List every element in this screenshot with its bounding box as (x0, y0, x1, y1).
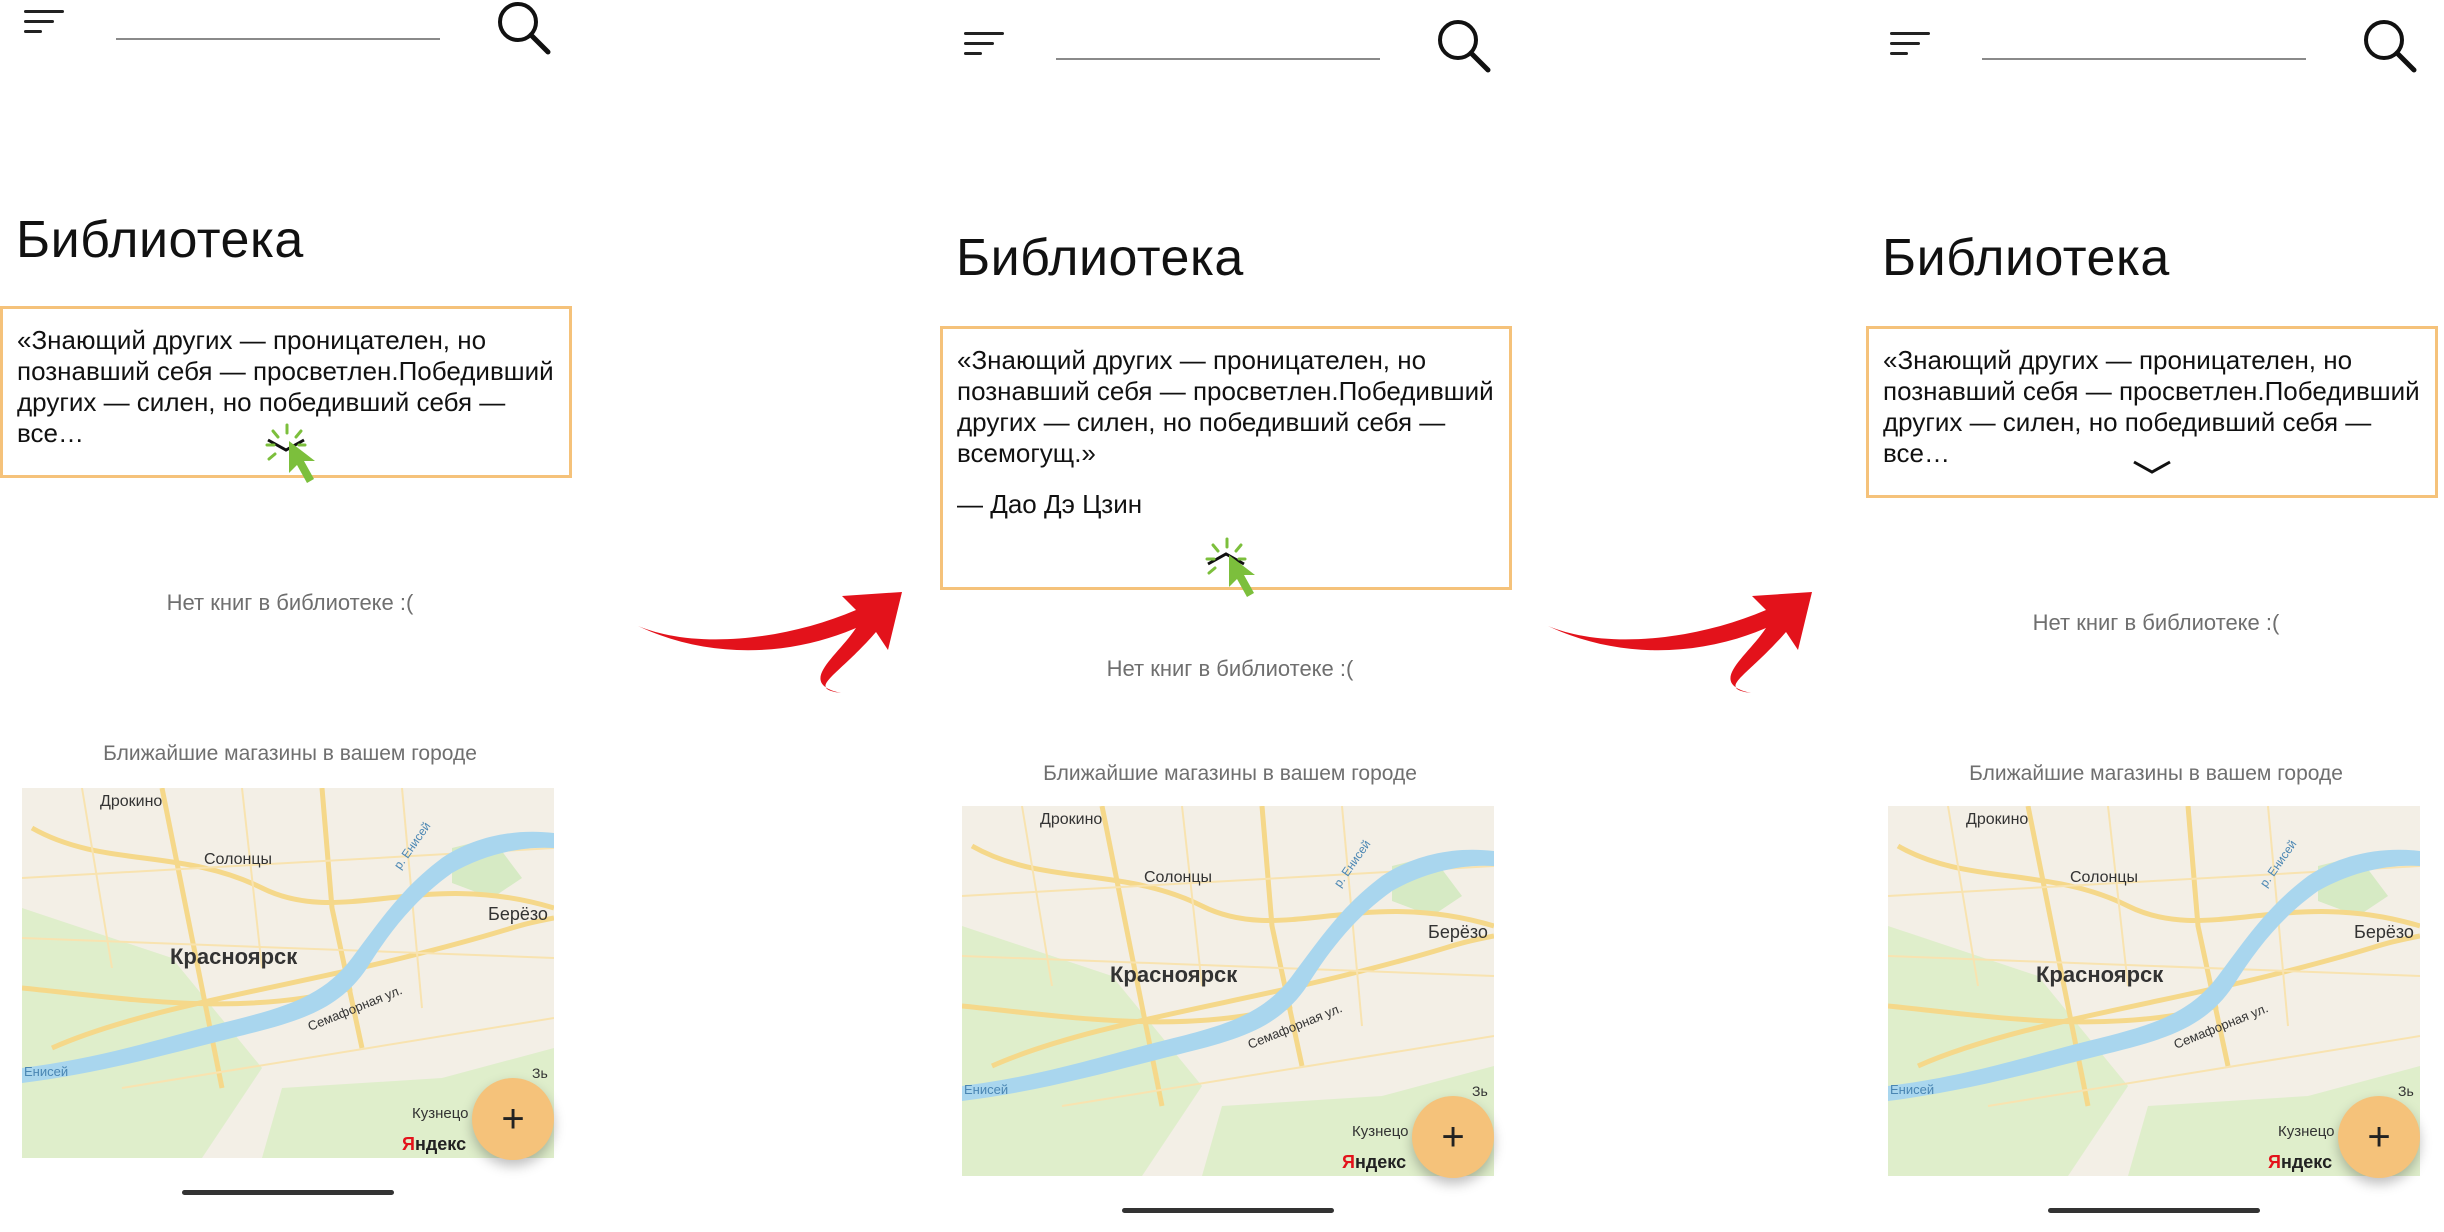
svg-text:Я: Я (402, 1134, 415, 1154)
stores-heading: Ближайшие магазины в вашем городе (103, 742, 477, 765)
svg-text:Берёзо: Берёзо (488, 904, 548, 924)
search-icon[interactable] (1436, 18, 1492, 74)
chevron-down-icon[interactable] (2130, 457, 2174, 477)
menu-icon[interactable] (24, 10, 64, 36)
svg-text:Зь: Зь (2398, 1083, 2414, 1099)
svg-text:ндекс: ндекс (2281, 1152, 2332, 1172)
svg-text:Кузнецо: Кузнецо (412, 1105, 469, 1122)
svg-text:Кузнецо: Кузнецо (2278, 1123, 2335, 1140)
quote-author: — Дао Дэ Цзин (957, 489, 1143, 519)
quote-card[interactable]: «Знающий других — проницателен, но позна… (940, 326, 1512, 597)
page-title: Библиотека (956, 229, 1244, 287)
search-input[interactable] (1056, 58, 1380, 60)
svg-text:Енисей: Енисей (964, 1082, 1008, 1097)
svg-text:Солонцы: Солонцы (204, 851, 272, 868)
svg-text:Берёзо: Берёзо (1428, 922, 1488, 942)
svg-text:Красноярск: Красноярск (1110, 962, 1238, 987)
page-title: Библиотека (16, 211, 304, 269)
map-label: Дрокино (100, 793, 162, 810)
svg-text:ндекс: ндекс (1355, 1152, 1406, 1172)
click-cursor-icon (1205, 537, 1255, 597)
svg-text:Дрокино: Дрокино (1966, 811, 2028, 828)
empty-library-text: Нет книг в библиотеке :( (166, 590, 414, 615)
quote-card[interactable]: «Знающий других — проницателен, но позна… (1866, 326, 2438, 498)
page-title: Библиотека (1882, 229, 2170, 287)
menu-icon[interactable] (964, 32, 1004, 58)
svg-text:Зь: Зь (1472, 1083, 1488, 1099)
screen-2-expanded: Библиотека «Знающий других — проницателе… (940, 0, 1520, 1232)
svg-text:Солонцы: Солонцы (1144, 869, 1212, 886)
svg-text:Красноярск: Красноярск (170, 944, 298, 969)
transition-arrow-1 (638, 592, 902, 693)
empty-library-text: Нет книг в библиотеке :( (2032, 610, 2280, 635)
click-cursor-icon (265, 423, 315, 483)
stores-heading: Ближайшие магазины в вашем городе (1043, 762, 1417, 785)
svg-text:Красноярск: Красноярск (2036, 962, 2164, 987)
add-button[interactable]: + (1412, 1096, 1494, 1178)
empty-library-text: Нет книг в библиотеке :( (1106, 656, 1354, 681)
svg-text:ндекс: ндекс (415, 1134, 466, 1154)
svg-text:Енисей: Енисей (1890, 1082, 1934, 1097)
svg-text:Енисей: Енисей (24, 1064, 68, 1079)
home-indicator (182, 1190, 394, 1195)
search-icon[interactable] (2362, 18, 2418, 74)
svg-text:Я: Я (2268, 1152, 2281, 1172)
add-button[interactable]: + (2338, 1096, 2420, 1178)
add-button[interactable]: + (472, 1078, 554, 1160)
menu-icon[interactable] (1890, 32, 1930, 58)
svg-text:Я: Я (1342, 1152, 1355, 1172)
search-input[interactable] (116, 38, 440, 40)
screen-3-collapsed: Библиотека «Знающий других — проницателе… (1866, 0, 2444, 1232)
svg-text:Дрокино: Дрокино (1040, 811, 1102, 828)
quote-text: «Знающий других — проницателен, но позна… (1883, 345, 2420, 468)
home-indicator (2048, 1208, 2260, 1213)
stores-heading: Ближайшие магазины в вашем городе (1969, 762, 2343, 785)
svg-text:Солонцы: Солонцы (2070, 869, 2138, 886)
transition-arrow-2 (1548, 592, 1812, 693)
home-indicator (1122, 1208, 1334, 1213)
search-input[interactable] (1982, 58, 2306, 60)
svg-text:Берёзо: Берёзо (2354, 922, 2414, 942)
screen-1-collapsed: Библиотека «Знающий других — проницателе… (0, 0, 580, 1232)
quote-text: «Знающий других — проницателен, но позна… (957, 345, 1494, 468)
svg-text:Зь: Зь (532, 1065, 548, 1081)
search-icon[interactable] (496, 0, 552, 56)
svg-text:Кузнецо: Кузнецо (1352, 1123, 1409, 1140)
quote-card[interactable]: «Знающий других — проницателен, но позна… (0, 306, 572, 483)
